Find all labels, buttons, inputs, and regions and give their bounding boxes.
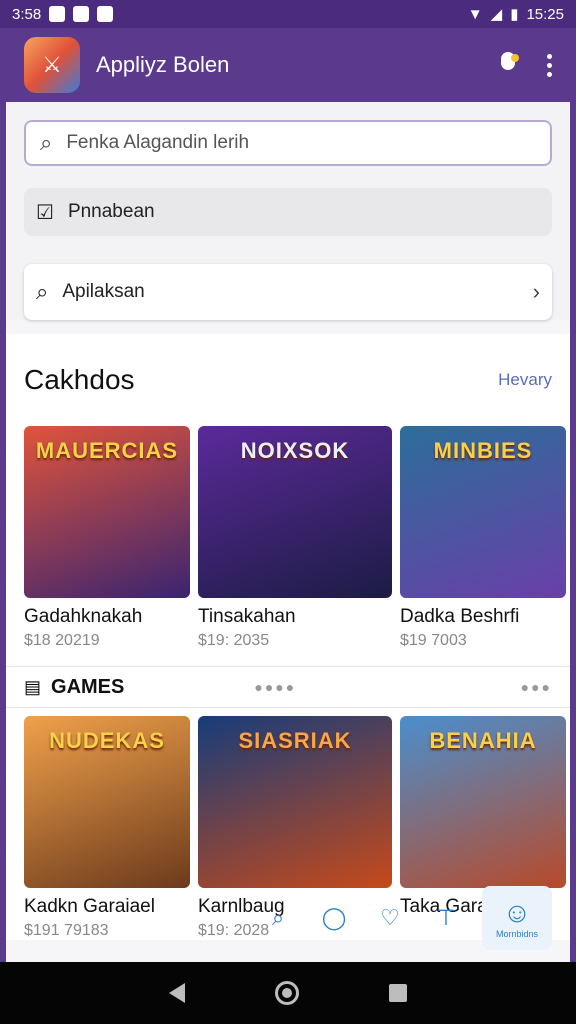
cover-title: NOIXSOK — [240, 438, 350, 463]
battery-icon: ▮ — [510, 6, 519, 23]
game-cover-5: BENAHIA — [400, 716, 566, 888]
heart-tab-icon[interactable]: ♡ — [370, 898, 410, 938]
game-logo-icon[interactable]: ⚔ — [24, 37, 80, 93]
game-name: Tinsakahan — [198, 606, 296, 627]
games-header: ▤ GAMES ●●●● ●●● — [6, 666, 570, 708]
cover-title: MAUERCIAS — [35, 438, 179, 463]
game-card[interactable]: NOIXSOK Tinsakahan $19: 2035 — [198, 426, 392, 650]
game-card[interactable]: MAUERCIAS Gadahknakah $18 20219 — [24, 426, 190, 650]
game-card[interactable]: NUDEKAS Kadkn Garaiael $191 79183 — [24, 716, 190, 940]
profile-tab-icon[interactable]: ◯ — [314, 898, 354, 938]
filter-pill[interactable]: ☑ Pnnabean — [24, 188, 552, 236]
search-input[interactable]: ⌕ Fenka Alagandin lerih — [24, 120, 552, 166]
active-tab[interactable]: ☺ Mornbidns — [482, 886, 552, 950]
cover-title: BENAHIA — [429, 728, 537, 753]
apps-row-label: Apilaksan — [62, 281, 145, 302]
mic-icon[interactable] — [495, 52, 521, 78]
search-tab-icon[interactable]: ⌕ — [258, 898, 298, 938]
search-placeholder: Fenka Alagandin lerih — [66, 132, 250, 153]
search-icon: ⌕ — [40, 130, 53, 155]
more-horiz-icon[interactable]: ●●● — [521, 679, 552, 695]
clipboard-icon: ☑ — [36, 201, 54, 224]
game-name: Dadka Beshrfi — [400, 606, 520, 627]
back-icon[interactable] — [169, 983, 185, 1003]
game-name: Gadahknakah — [24, 606, 143, 627]
game-meta: $19: 2035 — [198, 632, 270, 649]
game-meta: $19 7003 — [400, 632, 467, 649]
cover-title: MINBIES — [433, 438, 533, 463]
apps-row[interactable]: ⌕ Apilaksan › — [24, 264, 552, 320]
see-more-link[interactable]: Hevary — [498, 370, 552, 390]
message-icon — [97, 6, 114, 22]
game-cover-1: NOIXSOK — [198, 426, 392, 598]
game-name: Kadkn Garaiael — [24, 896, 155, 917]
edge-right — [570, 28, 576, 962]
system-nav-bar — [0, 962, 576, 1024]
pin-tab-icon[interactable]: ⊤ — [426, 898, 466, 938]
app-bar: ⚔ Appliyz Bolen — [6, 28, 570, 102]
games-icon: ▤ — [24, 676, 42, 697]
chevron-right-icon: › — [532, 279, 540, 304]
section-header: Cakhdos Hevary — [6, 334, 570, 426]
game-meta: $18 20219 — [24, 632, 100, 649]
cover-title: SIASRIAK — [238, 728, 352, 753]
game-cover-3: NUDEKAS — [24, 716, 190, 888]
content: ⌕ Fenka Alagandin lerih ☑ Pnnabean ⌕ Api… — [6, 102, 570, 962]
signal-icon: ◢ — [490, 6, 503, 23]
search-icon: ⌕ — [36, 279, 49, 304]
notification-icon — [49, 6, 66, 22]
game-meta: $191 79183 — [24, 922, 109, 939]
status-left: 3:58 — [12, 5, 114, 23]
cover-title: NUDEKAS — [49, 728, 165, 753]
app-title: Appliyz Bolen — [96, 52, 230, 77]
active-tab-label: Mornbidns — [495, 929, 539, 939]
pager-dots-icon: ●●●● — [254, 679, 297, 695]
game-card[interactable]: MINBIES Dadka Beshrfi $19 7003 — [400, 426, 566, 650]
search-area: ⌕ Fenka Alagandin lerih ☑ Pnnabean ⌕ Api… — [6, 102, 570, 320]
filter-pill-label: Pnnabean — [67, 201, 155, 222]
photo-icon — [73, 6, 90, 22]
status-right-time: 15:25 — [526, 5, 564, 23]
recents-icon[interactable] — [389, 984, 407, 1002]
status-right: ▼ ◢ ▮ 15:25 — [467, 5, 564, 24]
app-actions — [495, 52, 552, 78]
status-bar: 3:58 ▼ ◢ ▮ 15:25 — [0, 0, 576, 28]
status-time: 3:58 — [12, 5, 42, 23]
featured-section: Cakhdos Hevary MAUERCIAS Gadahknakah $18… — [6, 334, 570, 940]
game-cover-4: SIASRIAK — [198, 716, 392, 888]
robot-icon: ☺ — [502, 897, 532, 928]
wifi-icon: ▼ — [467, 5, 483, 23]
game-cover-0: MAUERCIAS — [24, 426, 190, 598]
more-vert-icon[interactable] — [547, 53, 552, 77]
featured-tiles: MAUERCIAS Gadahknakah $18 20219 NOIXSOK … — [6, 426, 570, 650]
section-title: Cakhdos — [24, 364, 135, 395]
game-cover-2: MINBIES — [400, 426, 566, 598]
home-icon[interactable] — [275, 981, 299, 1005]
games-title: GAMES — [51, 675, 125, 698]
bottom-tabs: ⌕ ◯ ♡ ⊤ ☺ Mornbidns — [250, 880, 560, 956]
